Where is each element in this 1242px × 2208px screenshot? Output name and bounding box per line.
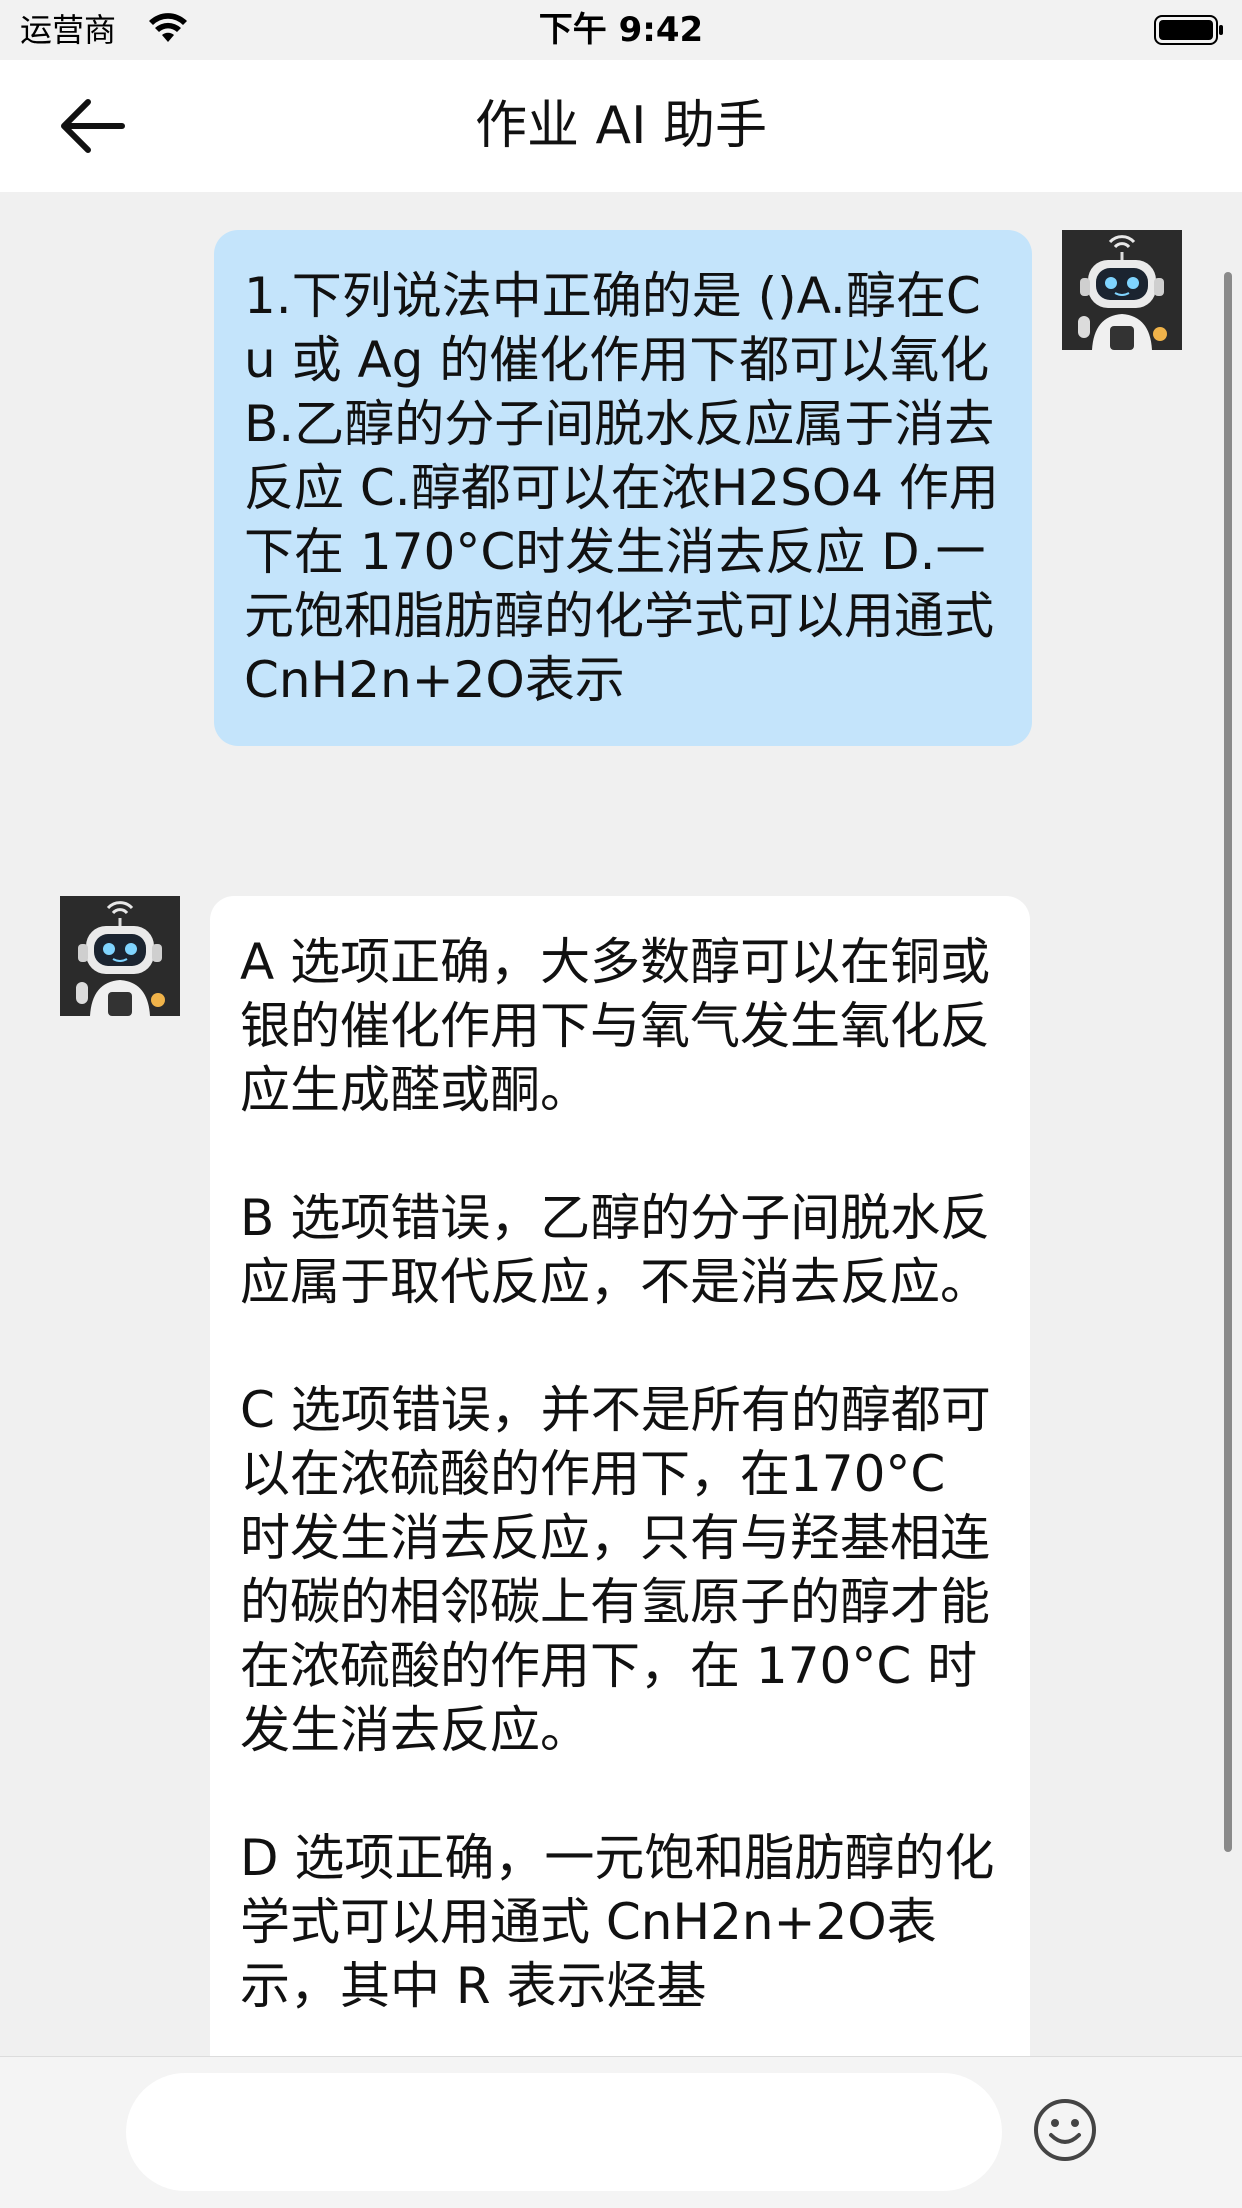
assistant-message-bubble[interactable]: A 选项正确，大多数醇可以在铜或银的催化作用下与氧气发生氧化反应生成醛或酮。 B…	[210, 896, 1030, 2056]
battery-icon	[1154, 15, 1223, 45]
chat-scrollbar[interactable]	[1224, 272, 1232, 1852]
chat-area[interactable]: 1.下列说法中正确的是 ()A.醇在Cu 或 Ag 的催化作用下都可以氧化 B.…	[0, 192, 1242, 2056]
robot-avatar-icon	[60, 896, 180, 1016]
user-avatar[interactable]	[1062, 230, 1182, 350]
status-bar: 运营商 下午 9:42	[0, 0, 1242, 60]
user-message-bubble[interactable]: 1.下列说法中正确的是 ()A.醇在Cu 或 Ag 的催化作用下都可以氧化 B.…	[214, 230, 1032, 746]
nav-bar: 作业 AI 助手	[0, 60, 1242, 192]
robot-avatar-icon	[1062, 230, 1182, 350]
page-title: 作业 AI 助手	[475, 96, 767, 156]
smiley-icon	[1034, 2099, 1096, 2161]
assistant-avatar[interactable]	[60, 896, 180, 1016]
emoji-button[interactable]	[1032, 2097, 1098, 2163]
status-time: 下午 9:42	[538, 10, 704, 50]
input-bar	[0, 2056, 1242, 2208]
message-input[interactable]	[126, 2073, 1002, 2191]
